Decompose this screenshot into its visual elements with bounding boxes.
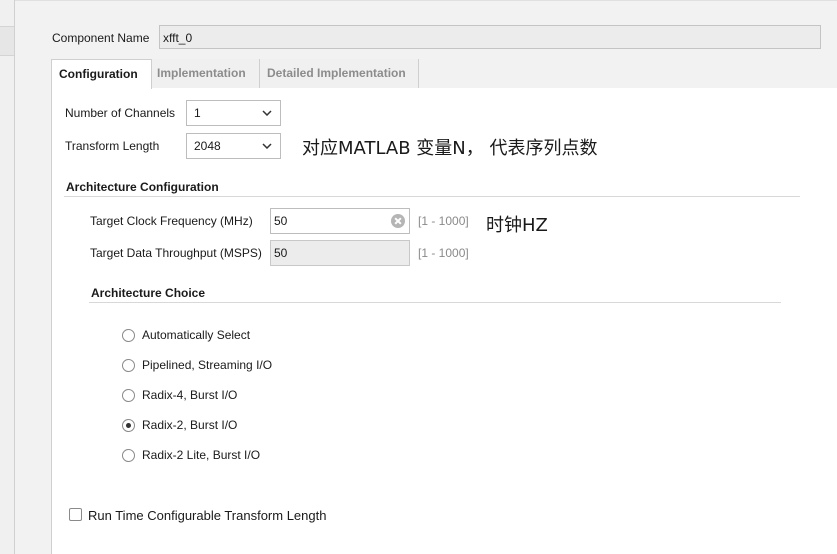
transform-length-value: 2048 bbox=[194, 139, 221, 153]
radio-label: Pipelined, Streaming I/O bbox=[142, 358, 273, 372]
architecture-configuration-title: Architecture Configuration bbox=[66, 180, 219, 194]
chevron-down-icon bbox=[262, 143, 272, 149]
radio-button[interactable] bbox=[122, 449, 135, 462]
component-name-field[interactable]: xfft_0 bbox=[159, 25, 821, 49]
transform-length-select[interactable]: 2048 bbox=[186, 133, 281, 159]
target-clock-frequency-value: 50 bbox=[274, 214, 288, 228]
radio-button[interactable] bbox=[122, 389, 135, 402]
section-divider bbox=[89, 302, 781, 303]
run-time-configurable-label: Run Time Configurable Transform Length bbox=[88, 508, 327, 523]
left-panel-band bbox=[0, 26, 14, 56]
component-name-label: Component Name bbox=[52, 31, 150, 45]
left-panel-strip bbox=[0, 0, 15, 554]
tab-implementation[interactable]: Implementation bbox=[152, 59, 260, 88]
tab-detailed-implementation[interactable]: Detailed Implementation bbox=[260, 59, 419, 88]
target-data-throughput-range: [1 - 1000] bbox=[418, 246, 469, 260]
radio-button-checked[interactable] bbox=[122, 419, 135, 432]
radio-button[interactable] bbox=[122, 359, 135, 372]
transform-length-annotation: 对应MATLAB 变量N， 代表序列点数 bbox=[302, 138, 598, 159]
tab-bar: Configuration Implementation Detailed Im… bbox=[51, 59, 837, 89]
target-clock-frequency-range: [1 - 1000] bbox=[418, 214, 469, 228]
radio-label: Automatically Select bbox=[142, 328, 251, 342]
target-clock-frequency-input[interactable]: 50 bbox=[270, 208, 410, 234]
target-clock-frequency-label: Target Clock Frequency (MHz) bbox=[90, 214, 253, 228]
clock-annotation: 时钟HZ bbox=[486, 215, 548, 236]
top-divider bbox=[15, 0, 837, 1]
section-divider bbox=[64, 196, 800, 197]
chevron-down-icon bbox=[262, 110, 272, 116]
target-data-throughput-value: 50 bbox=[274, 246, 288, 260]
run-time-configurable-checkbox[interactable] bbox=[69, 508, 82, 521]
radio-label: Radix-4, Burst I/O bbox=[142, 388, 238, 402]
clear-icon[interactable] bbox=[391, 214, 405, 228]
transform-length-label: Transform Length bbox=[65, 139, 160, 153]
number-of-channels-value: 1 bbox=[194, 106, 201, 120]
tab-configuration[interactable]: Configuration bbox=[51, 59, 152, 89]
number-of-channels-select[interactable]: 1 bbox=[186, 100, 281, 126]
number-of-channels-label: Number of Channels bbox=[65, 106, 176, 120]
target-data-throughput-label: Target Data Throughput (MSPS) bbox=[90, 246, 262, 260]
target-data-throughput-input[interactable]: 50 bbox=[270, 240, 410, 266]
radio-button[interactable] bbox=[122, 329, 135, 342]
architecture-choice-title: Architecture Choice bbox=[91, 286, 206, 300]
radio-label: Radix-2 Lite, Burst I/O bbox=[142, 448, 261, 462]
radio-label: Radix-2, Burst I/O bbox=[142, 418, 238, 432]
